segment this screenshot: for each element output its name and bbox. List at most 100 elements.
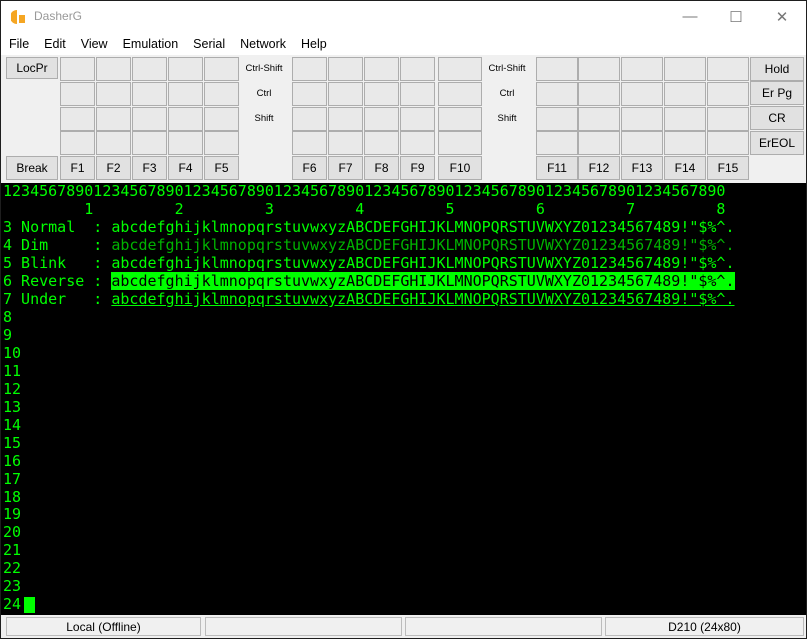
fkey-slot-6-row-4[interactable] [292,131,327,155]
fkey-slot-13-row-3[interactable] [621,107,663,131]
fkey-slot-1-row-2[interactable] [60,82,95,106]
fkey-f7-button[interactable]: F7 [328,156,363,180]
fkey-f5-button[interactable]: F5 [204,156,239,180]
fkey-slot-7-row-2[interactable] [328,82,363,106]
fkey-slot-9-row-3[interactable] [400,107,435,131]
fkey-f2-button[interactable]: F2 [96,156,131,180]
fkey-slot-2-row-1[interactable] [96,57,131,81]
fkey-f14-button[interactable]: F14 [664,156,706,180]
maximize-icon: ☐ [729,8,743,26]
erase-eol-button[interactable]: ErEOL [750,131,804,155]
fkey-slot-9-row-4[interactable] [400,131,435,155]
fkey-f9-button[interactable]: F9 [400,156,435,180]
fkey-slot-3-row-4[interactable] [132,131,167,155]
fkey-f12-button[interactable]: F12 [578,156,620,180]
fkey-f4-button[interactable]: F4 [168,156,203,180]
close-button[interactable]: ✕ [759,1,805,32]
fkey-slot-14-row-1[interactable] [664,57,706,81]
menu-view[interactable]: View [77,37,115,51]
fkey-slot-11-row-2[interactable] [536,82,578,106]
fkey-slot-5-row-1[interactable] [204,57,239,81]
fkey-slot-9-row-2[interactable] [400,82,435,106]
fkey-slot-4-row-2[interactable] [168,82,203,106]
menu-file[interactable]: File [5,37,36,51]
fkey-slot-8-row-2[interactable] [364,82,399,106]
fkey-slot-5-row-4[interactable] [204,131,239,155]
fkey-slot-10-row-1[interactable] [438,57,482,81]
fkey-f8-button[interactable]: F8 [364,156,399,180]
row-label: 7 Under : [3,290,112,308]
fkey-slot-9-row-1[interactable] [400,57,435,81]
fkey-slot-11-row-4[interactable] [536,131,578,155]
fkey-slot-4-row-3[interactable] [168,107,203,131]
fkey-slot-10-row-2[interactable] [438,82,482,106]
terminal-screen[interactable]: 1234567890123456789012345678901234567890… [1,183,806,615]
sample-text-reverse: abcdefghijklmnopqrstuvwxyzABCDEFGHIJKLMN… [111,272,735,290]
fkey-f1-button[interactable]: F1 [60,156,95,180]
fkey-f10-button[interactable]: F10 [438,156,482,180]
terminal-line-number: 12 [3,379,22,398]
close-icon: ✕ [775,8,789,26]
fkey-slot-14-row-3[interactable] [664,107,706,131]
fkey-slot-6-row-1[interactable] [292,57,327,81]
menu-edit[interactable]: Edit [40,37,73,51]
fkey-f6-button[interactable]: F6 [292,156,327,180]
fkey-slot-1-row-4[interactable] [60,131,95,155]
hold-button[interactable]: Hold [750,57,804,81]
fkey-slot-12-row-4[interactable] [578,131,620,155]
fkey-slot-8-row-1[interactable] [364,57,399,81]
fkey-slot-15-row-2[interactable] [707,82,749,106]
fkey-slot-14-row-2[interactable] [664,82,706,106]
break-button[interactable]: Break [6,156,58,180]
menu-emulation[interactable]: Emulation [119,37,186,51]
fkey-slot-8-row-4[interactable] [364,131,399,155]
fkey-slot-15-row-1[interactable] [707,57,749,81]
fkey-slot-10-row-3[interactable] [438,107,482,131]
fkey-slot-8-row-3[interactable] [364,107,399,131]
cr-button[interactable]: CR [750,106,804,130]
fkey-slot-7-row-3[interactable] [328,107,363,131]
fkey-slot-1-row-1[interactable] [60,57,95,81]
menu-network[interactable]: Network [236,37,293,51]
fkey-f15-button[interactable]: F15 [707,156,749,180]
fkey-slot-3-row-1[interactable] [132,57,167,81]
fkey-f13-button[interactable]: F13 [621,156,663,180]
fkey-slot-15-row-4[interactable] [707,131,749,155]
fkey-slot-2-row-3[interactable] [96,107,131,131]
fkey-slot-15-row-3[interactable] [707,107,749,131]
locpr-button[interactable]: LocPr [6,57,58,79]
fkey-slot-5-row-3[interactable] [204,107,239,131]
fkey-slot-1-row-3[interactable] [60,107,95,131]
menu-serial[interactable]: Serial [189,37,232,51]
fkey-f3-button[interactable]: F3 [132,156,167,180]
fkey-slot-10-row-4[interactable] [438,131,482,155]
fkey-slot-2-row-4[interactable] [96,131,131,155]
fkey-slot-12-row-1[interactable] [578,57,620,81]
row-label: 4 Dim : [3,236,112,254]
fkey-slot-14-row-4[interactable] [664,131,706,155]
fkey-slot-13-row-2[interactable] [621,82,663,106]
fkey-slot-13-row-4[interactable] [621,131,663,155]
minimize-button[interactable]: — [667,1,713,32]
fkey-slot-2-row-2[interactable] [96,82,131,106]
fkey-slot-11-row-1[interactable] [536,57,578,81]
erase-page-button[interactable]: Er Pg [750,81,804,105]
fkey-slot-3-row-3[interactable] [132,107,167,131]
fkey-slot-5-row-2[interactable] [204,82,239,106]
fkey-slot-12-row-2[interactable] [578,82,620,106]
terminal-row-dim: 4 Dim : abcdefghijklmnopqrstuvwxyzABCDEF… [3,236,735,255]
fkey-slot-4-row-4[interactable] [168,131,203,155]
fkey-slot-12-row-3[interactable] [578,107,620,131]
fkey-slot-6-row-2[interactable] [292,82,327,106]
fkey-slot-7-row-4[interactable] [328,131,363,155]
menu-help[interactable]: Help [297,37,334,51]
fkey-slot-13-row-1[interactable] [621,57,663,81]
fkey-slot-4-row-1[interactable] [168,57,203,81]
column-ruler: 1234567890123456789012345678901234567890… [3,183,726,200]
fkey-slot-11-row-3[interactable] [536,107,578,131]
fkey-slot-6-row-3[interactable] [292,107,327,131]
fkey-f11-button[interactable]: F11 [536,156,578,180]
fkey-slot-7-row-1[interactable] [328,57,363,81]
fkey-slot-3-row-2[interactable] [132,82,167,106]
maximize-button[interactable]: ☐ [713,1,759,32]
